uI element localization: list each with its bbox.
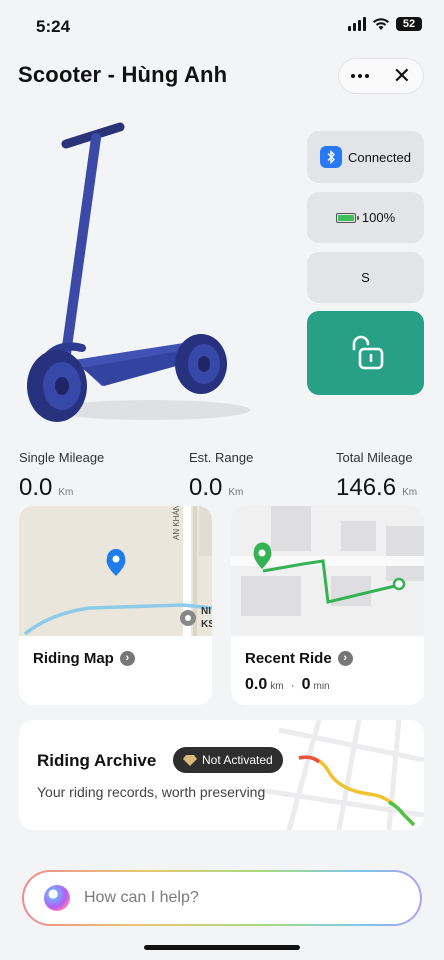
map-street-label: AN KHÁNH [172, 506, 181, 540]
recent-ride-card[interactable]: Recent Ride › 0.0 km · 0 min [231, 506, 424, 705]
map-poi-label-2: KS [201, 619, 212, 630]
battery-level-panel: 100% [307, 192, 424, 243]
est-range-label: Est. Range [189, 450, 254, 465]
recent-ride-distance-unit: km [270, 681, 284, 692]
battery-icon [335, 212, 359, 223]
more-options-icon[interactable] [350, 74, 369, 78]
battery-level-label: 100% [361, 210, 396, 225]
cellular-signal-icon [348, 17, 366, 31]
unlock-icon [352, 335, 383, 370]
chevron-right-icon: › [337, 651, 353, 666]
status-bar: 5:24 52 [0, 0, 444, 52]
recent-ride-duration: 0 [301, 676, 311, 693]
riding-map-title: Riding Map › [33, 650, 135, 667]
riding-archive-title: Riding Archive [37, 751, 157, 770]
header: Scooter - Hùng Anh ✕ [18, 58, 426, 94]
recent-ride-label: Recent Ride [245, 650, 332, 667]
speed-mode-label: S [361, 270, 370, 285]
est-range-unit: Km [228, 487, 244, 498]
riding-map-card[interactable]: AN KHÁNH NI KS Riding Map › [19, 506, 212, 705]
recent-ride-stats: 0.0 km · 0 min [245, 676, 330, 694]
recent-ride-separator: · [290, 678, 295, 692]
est-range-number: 0.0 [189, 474, 223, 501]
unlock-button[interactable] [307, 311, 424, 395]
recent-ride-map-thumbnail [231, 506, 424, 636]
single-mileage-unit: Km [58, 487, 74, 498]
single-mileage-value: 0.0 Km [19, 474, 73, 502]
riding-archive-subtitle: Your riding records, worth preserving [37, 784, 266, 800]
diamond-icon [183, 754, 197, 766]
riding-map-label: Riding Map [33, 650, 114, 667]
speed-mode-button[interactable]: S [307, 252, 424, 303]
not-activated-label: Not Activated [202, 753, 273, 767]
recent-ride-distance: 0.0 [245, 676, 268, 693]
total-mileage-number: 146.6 [336, 474, 397, 501]
connection-status-label: Connected [348, 149, 411, 165]
assistant-orb-icon [44, 885, 70, 911]
status-battery-icon: 52 [396, 17, 422, 31]
bluetooth-icon [320, 146, 343, 168]
scooter-image [27, 122, 250, 422]
chevron-right-icon: › [119, 651, 135, 666]
riding-map-thumbnail: AN KHÁNH NI KS [19, 506, 212, 636]
assistant-bar[interactable]: How can I help? [22, 870, 422, 926]
recent-ride-title: Recent Ride › [245, 650, 353, 667]
single-mileage-number: 0.0 [19, 474, 53, 501]
not-activated-badge: Not Activated [173, 747, 283, 773]
total-mileage-value: 146.6 Km [336, 474, 417, 502]
header-actions: ✕ [338, 58, 424, 94]
archive-route-graphic [259, 720, 424, 830]
assistant-input[interactable]: How can I help? [84, 889, 199, 907]
connection-status-panel[interactable]: Connected [307, 131, 424, 183]
home-indicator[interactable] [144, 945, 300, 950]
status-time: 5:24 [36, 17, 71, 36]
page-title: Scooter - Hùng Anh [18, 62, 228, 87]
single-mileage-label: Single Mileage [19, 450, 105, 465]
status-icons: 52 [348, 17, 422, 31]
recent-ride-duration-unit: min [313, 681, 330, 692]
close-icon[interactable]: ✕ [393, 65, 411, 87]
est-range-value: 0.0 Km [189, 474, 243, 502]
map-poi-label-1: NI [201, 606, 211, 617]
riding-archive-card[interactable]: Riding Archive Not Activated Your riding… [19, 720, 424, 830]
wifi-icon [373, 18, 389, 30]
total-mileage-label: Total Mileage [336, 450, 413, 465]
total-mileage-unit: Km [402, 487, 418, 498]
route-end-icon [392, 577, 406, 591]
